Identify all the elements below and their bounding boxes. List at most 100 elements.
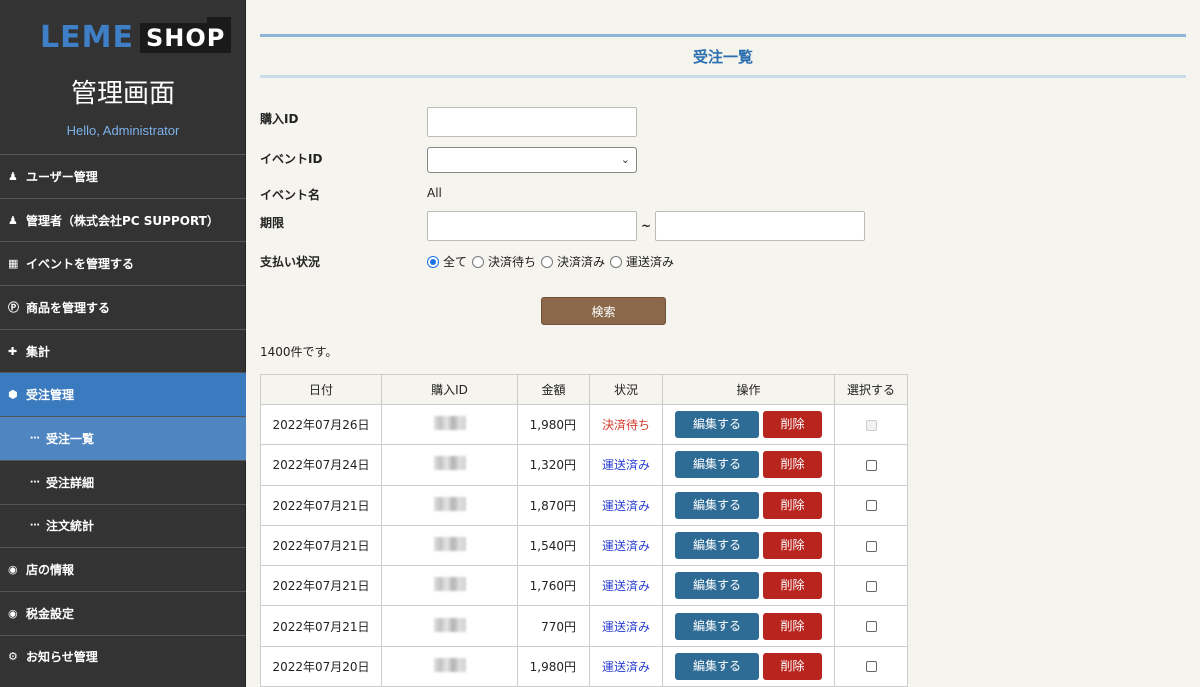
select-checkbox[interactable] [865, 580, 877, 592]
cell-status: 運送済み [589, 605, 663, 647]
header-date: 日付 [260, 374, 382, 405]
edit-button[interactable]: 編集する [675, 491, 759, 519]
radio-awaiting-payment[interactable] [472, 255, 485, 268]
select-checkbox [865, 419, 877, 431]
select-checkbox[interactable] [865, 459, 877, 471]
header-amount: 金額 [517, 374, 590, 405]
period-label: 期限 [260, 216, 285, 230]
cell-select [834, 645, 908, 687]
radio-shipped[interactable] [610, 255, 623, 268]
delete-button[interactable]: 削除 [763, 491, 822, 519]
event-id-select[interactable]: ⌄ [427, 147, 637, 173]
sidebar-subitem-order-list[interactable]: ⋯ 受注一覧 [0, 416, 246, 460]
header-purchase-id: 購入ID [381, 374, 518, 405]
edit-button[interactable]: 編集する [675, 572, 759, 600]
sidebar-item-shop-info[interactable]: ◉ 店の情報 [0, 547, 246, 591]
logo[interactable]: LEME SHOP [40, 17, 232, 58]
cell-date: 2022年07月21日 [260, 565, 382, 607]
cell-purchase-id [381, 605, 518, 647]
select-checkbox[interactable] [865, 621, 877, 633]
sidebar-item-label: イベントを管理する [26, 257, 135, 272]
sidebar-item-user-management[interactable]: ♟ ユーザー管理 [0, 154, 246, 198]
sidebar: LEME SHOP 管理画面 Hello, Administrator ♟ ユー… [0, 0, 246, 687]
select-checkbox[interactable] [865, 540, 877, 552]
logo-shop-text: SHOP [139, 17, 232, 53]
cell-actions: 編集する 削除 [662, 524, 835, 567]
orders-table: 日付 購入ID 金額 状況 操作 選択する 2022年07月26日 1,980円決… [260, 374, 908, 687]
cell-select [834, 605, 908, 647]
edit-button[interactable]: 編集する [675, 652, 759, 680]
table-row: 2022年07月21日 770円 運送済み 編集する 削除 [260, 605, 908, 647]
cell-amount: 1,980円 [517, 403, 590, 446]
sidebar-item-label: 注文統計 [46, 519, 95, 534]
period-separator: ~ [641, 219, 652, 233]
cell-date: 2022年07月21日 [260, 484, 382, 526]
redacted-id [433, 496, 466, 511]
redacted-id [433, 577, 466, 592]
select-checkbox[interactable] [865, 500, 877, 512]
sidebar-item-label: 受注一覧 [46, 431, 95, 446]
user-circle-icon: ◉ [8, 606, 18, 620]
cell-amount: 770円 [517, 605, 590, 647]
cell-status: 運送済み [589, 484, 663, 526]
cell-amount: 1,320円 [517, 444, 590, 486]
user-circle-icon: ◉ [8, 563, 18, 577]
sidebar-item-administrator[interactable]: ♟ 管理者（株式会社PC SUPPORT） [0, 197, 246, 242]
sidebar-item-events[interactable]: ▦ イベントを管理する [0, 241, 246, 285]
sidebar-item-tax-settings[interactable]: ◉ 税金設定 [0, 590, 246, 635]
delete-button[interactable]: 削除 [763, 451, 822, 479]
select-checkbox[interactable] [865, 661, 877, 673]
page-title: 受注一覧 [692, 47, 753, 66]
delete-button[interactable]: 削除 [763, 411, 822, 439]
cell-actions: 編集する 削除 [662, 605, 835, 647]
purchase-id-input[interactable] [427, 107, 637, 137]
user-icon: ♟ [8, 169, 18, 183]
period-from-input[interactable] [427, 211, 637, 241]
sidebar-subitem-order-detail[interactable]: ⋯ 受注詳細 [0, 459, 246, 504]
cell-purchase-id [381, 403, 518, 446]
cell-purchase-id [381, 524, 518, 567]
cell-purchase-id [381, 645, 518, 687]
cell-status: 運送済み [589, 524, 663, 567]
sidebar-menu: ♟ ユーザー管理 ♟ 管理者（株式会社PC SUPPORT） ▦ イベントを管理… [0, 154, 246, 678]
cell-select [834, 403, 908, 446]
logo-leme-text: LEME [40, 20, 134, 55]
delete-button[interactable]: 削除 [763, 572, 822, 600]
radio-paid[interactable] [541, 255, 554, 268]
delete-button[interactable]: 削除 [763, 532, 822, 560]
page-title-bar: 受注一覧 [260, 34, 1186, 78]
edit-button[interactable]: 編集する [675, 532, 759, 560]
payment-status-label: 支払い状況 [260, 255, 321, 269]
delete-button[interactable]: 削除 [763, 652, 822, 680]
cell-actions: 編集する 削除 [662, 403, 835, 446]
cell-actions: 編集する 削除 [662, 565, 835, 607]
table-row: 2022年07月21日 1,760円 運送済み 編集する 削除 [260, 565, 908, 607]
cell-purchase-id [381, 444, 518, 486]
delete-button[interactable]: 削除 [763, 612, 822, 640]
cell-select [834, 565, 908, 607]
sidebar-item-label: ユーザー管理 [26, 169, 98, 184]
sidebar-item-aggregate[interactable]: ✚ 集計 [0, 328, 246, 373]
event-id-label: イベントID [260, 152, 323, 166]
edit-button[interactable]: 編集する [675, 411, 759, 439]
sidebar-item-products[interactable]: Ⓟ 商品を管理する [0, 285, 246, 329]
radio-all[interactable] [427, 255, 439, 268]
ellipsis-icon: ⋯ [30, 432, 40, 444]
redacted-id [433, 537, 466, 552]
header-select: 選択する [834, 374, 908, 405]
table-row: 2022年07月21日 1,540円 運送済み 編集する 削除 [260, 524, 908, 567]
period-to-input[interactable] [655, 211, 865, 241]
greeting: Hello, Administrator [66, 123, 180, 138]
purchase-id-label: 購入ID [260, 112, 299, 126]
calendar-icon: ▦ [8, 257, 19, 271]
table-row: 2022年07月24日 1,320円 運送済み 編集する 削除 [260, 444, 908, 486]
search-button[interactable]: 検索 [541, 297, 666, 325]
sidebar-item-label: 受注管理 [26, 388, 75, 403]
sidebar-subitem-order-stats[interactable]: ⋯ 注文統計 [0, 503, 246, 548]
cell-actions: 編集する 削除 [662, 484, 835, 526]
sidebar-item-notices[interactable]: ⚙ お知らせ管理 [0, 634, 246, 679]
sidebar-item-order-management[interactable]: ⬢ 受注管理 [0, 372, 246, 417]
sidebar-item-label: お知らせ管理 [26, 650, 98, 665]
edit-button[interactable]: 編集する [675, 612, 759, 640]
edit-button[interactable]: 編集する [675, 451, 759, 479]
